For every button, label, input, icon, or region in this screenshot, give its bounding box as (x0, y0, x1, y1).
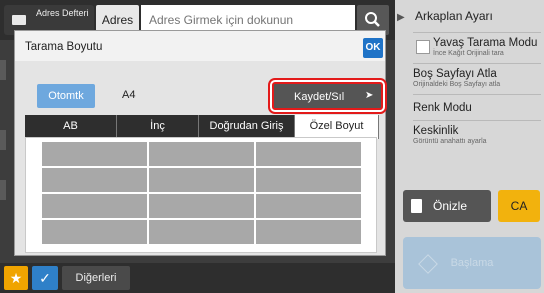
skip-blank-sub: Orijinaldeki Boş Sayfayı atla (413, 81, 501, 88)
custom-size-slot[interactable] (256, 220, 361, 244)
custom-size-slot[interactable] (256, 168, 361, 192)
scan-size-dialog: Tarama Boyutu OK Otomtk A4 Kaydet/Sıl ➤ … (14, 30, 386, 256)
custom-size-slot[interactable] (42, 220, 147, 244)
ok-button[interactable]: OK (363, 38, 383, 58)
skip-blank-page-item[interactable]: Boş Sayfayı Atla Orijinaldeki Boş Sayfay… (413, 63, 541, 93)
preview-button[interactable]: Önizle (403, 190, 491, 222)
tab-ab[interactable]: AB (25, 115, 117, 137)
start-label: Başlama (450, 257, 494, 269)
save-delete-button[interactable]: Kaydet/Sıl ➤ (272, 82, 383, 110)
slow-scan-mode-item[interactable]: Yavaş Tarama Modu İnce Kağıt Orijinali t… (413, 32, 541, 62)
skip-blank-label: Boş Sayfayı Atla (413, 68, 497, 80)
sharpness-label: Keskinlik (413, 125, 459, 137)
slow-scan-sub: İnce Kağıt Orijinali tara (433, 50, 504, 57)
start-button[interactable]: Başlama (403, 237, 541, 289)
right-panel: ▶ Arkaplan Ayarı Yavaş Tarama Modu İnce … (395, 0, 544, 293)
others-button[interactable]: Diğerleri (62, 266, 130, 290)
check-icon[interactable]: ✓ (32, 266, 58, 290)
custom-size-grid (25, 137, 377, 253)
clear-all-button[interactable]: CA (498, 190, 540, 222)
slow-scan-label: Yavaş Tarama Modu (433, 37, 538, 49)
panel-collapse-icon[interactable]: ▶ (397, 12, 411, 26)
custom-size-slot[interactable] (149, 194, 254, 218)
arrow-right-icon: ➤ (365, 90, 374, 101)
star-icon[interactable]: ★ (4, 266, 28, 290)
tab-custom-size[interactable]: Özel Boyut (295, 115, 379, 139)
custom-size-slot[interactable] (42, 168, 147, 192)
save-delete-label: Kaydet/Sıl (294, 91, 345, 103)
dialog-title: Tarama Boyutu (25, 41, 103, 53)
address-book-label: Adres Defteri (36, 8, 89, 18)
custom-size-slot[interactable] (256, 142, 361, 166)
color-mode-label: Renk Modu (413, 102, 472, 114)
preview-label: Önizle (433, 199, 468, 213)
start-icon (418, 254, 438, 274)
background-strip (0, 180, 6, 200)
custom-size-slot[interactable] (256, 194, 361, 218)
custom-size-slot[interactable] (149, 220, 254, 244)
current-size-value: A4 (122, 89, 136, 101)
custom-size-slot[interactable] (42, 142, 147, 166)
custom-size-slot[interactable] (149, 168, 254, 192)
background-strip (0, 60, 6, 80)
preview-icon (411, 199, 422, 213)
sharpness-sub: Görüntü anahattı ayarla (413, 138, 487, 145)
bottom-bar: ★ ✓ Diğerleri (0, 263, 395, 293)
sharpness-item[interactable]: Keskinlik Görüntü anahattı ayarla (413, 120, 541, 152)
tab-inch[interactable]: İnç (117, 115, 199, 137)
custom-size-slot[interactable] (149, 142, 254, 166)
background-strip (0, 130, 6, 150)
custom-size-slot[interactable] (42, 194, 147, 218)
background-setting-item[interactable]: Arkaplan Ayarı (415, 9, 493, 23)
color-mode-item[interactable]: Renk Modu (413, 94, 541, 120)
auto-button[interactable]: Otomtk (37, 84, 95, 108)
tab-direct-input[interactable]: Doğrudan Giriş (199, 115, 295, 137)
address-book-icon (12, 15, 26, 25)
slow-scan-checkbox[interactable] (416, 40, 430, 54)
